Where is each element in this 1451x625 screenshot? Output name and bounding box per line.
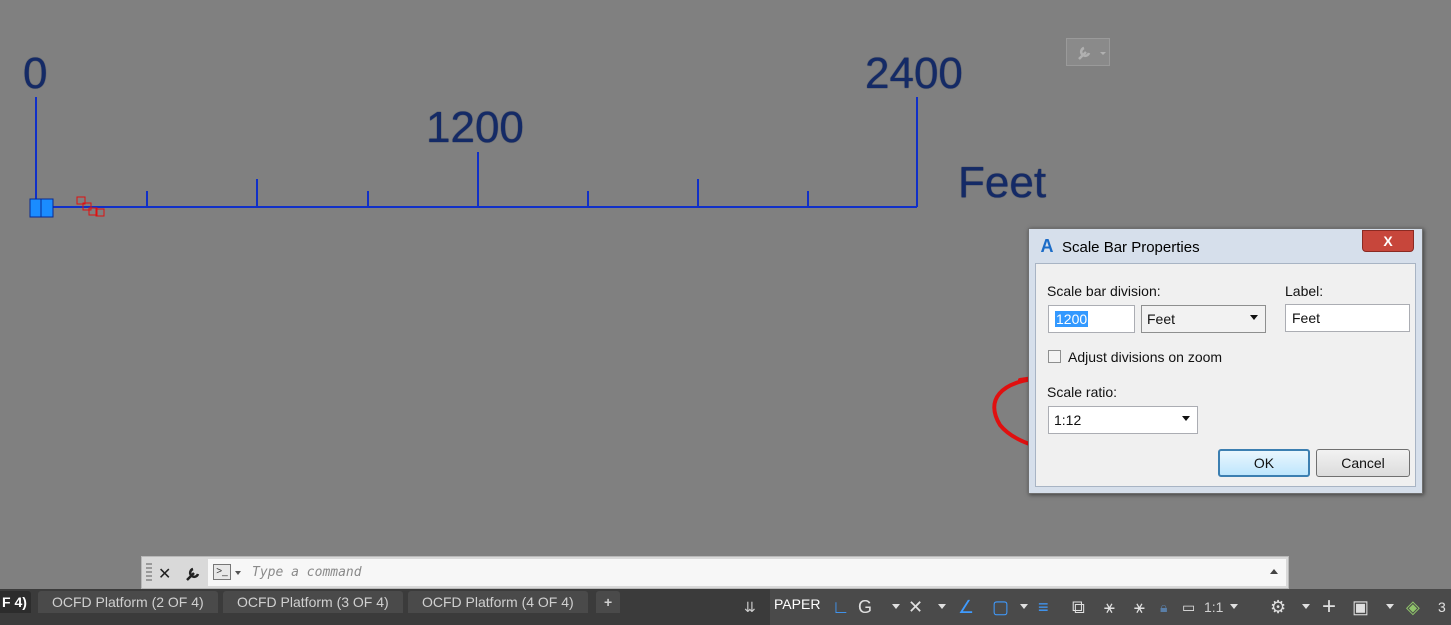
chevron-down-icon[interactable] xyxy=(1230,604,1238,609)
annotation-monitor-icon[interactable]: + xyxy=(1322,594,1336,620)
chevron-down-icon[interactable] xyxy=(1302,604,1310,609)
scale-bar-division-label: Scale bar division: xyxy=(1047,283,1161,299)
scale-ratio-value: 1:12 xyxy=(1054,412,1082,428)
polar-tracking-icon[interactable]: G xyxy=(858,594,872,620)
command-input[interactable]: >_ Type a command xyxy=(208,559,1286,586)
lineweight-icon[interactable]: ≡ xyxy=(1038,594,1049,620)
object-snap-tracking-icon[interactable]: ✕ xyxy=(908,594,923,620)
lock-icon[interactable]: 🔒︎ xyxy=(1160,594,1167,620)
selection-cycling-icon[interactable]: ⧉ xyxy=(1072,594,1085,620)
scale-bar-unit-label: Feet xyxy=(958,158,1047,207)
viewport-scale-icon[interactable]: ▭ xyxy=(1182,594,1195,620)
hardware-acceleration-icon[interactable]: ◈ xyxy=(1406,594,1420,620)
status-toolbar: PAPER ∟ G ✕ ∠ ▢ ≡ ⧉ ⚹ ⚹ 🔒︎ ▭ 1:1 ⚙ + ▣ ◈… xyxy=(770,589,1451,625)
wrench-icon[interactable] xyxy=(184,565,202,583)
scale-bar-label-2400: 2400 xyxy=(865,49,963,98)
chevron-down-icon[interactable] xyxy=(1020,604,1028,609)
dialog-body: Scale bar division: 1200 Feet Label: Fee… xyxy=(1035,263,1416,487)
label-input-value: Feet xyxy=(1292,310,1321,326)
wrench-icon xyxy=(1078,46,1106,60)
scale-bar-division-value: 1200 xyxy=(1055,311,1089,327)
chevron-down-icon[interactable] xyxy=(1386,604,1394,609)
object-snap-icon[interactable]: ▢ xyxy=(992,594,1009,620)
scale-bar-label-0: 0 xyxy=(23,49,48,98)
grip-square[interactable] xyxy=(29,198,54,218)
ortho-icon[interactable]: ∟ xyxy=(832,594,850,620)
isolate-objects-icon[interactable]: ▣ xyxy=(1352,594,1369,620)
tab-overflow-icon[interactable]: ⇊ xyxy=(744,594,756,620)
close-icon: X xyxy=(1383,233,1393,249)
cancel-button[interactable]: Cancel xyxy=(1316,449,1410,477)
autocad-app-icon: A xyxy=(1040,236,1054,256)
dialog-title: Scale Bar Properties xyxy=(1062,239,1200,256)
annotation-scale-value[interactable]: 1:1 xyxy=(1204,599,1223,615)
paper-model-toggle[interactable]: PAPER xyxy=(774,596,820,612)
command-placeholder: Type a command xyxy=(252,565,362,580)
status-trailing-text: 3 xyxy=(1438,599,1446,615)
close-button[interactable]: X xyxy=(1362,230,1414,252)
chevron-up-icon[interactable] xyxy=(1270,569,1278,574)
status-bar: F 4) OCFD Platform (2 OF 4) OCFD Platfor… xyxy=(0,589,1451,625)
layout-tab-2[interactable]: OCFD Platform (2 OF 4) xyxy=(38,591,218,613)
grip-handle[interactable] xyxy=(146,563,152,583)
adjust-divisions-label: Adjust divisions on zoom xyxy=(1068,349,1223,365)
layout-tab-3[interactable]: OCFD Platform (3 OF 4) xyxy=(223,591,403,613)
close-icon[interactable]: ✕ xyxy=(158,564,171,584)
command-line: ✕ >_ Type a command xyxy=(141,556,1289,589)
label-input[interactable]: Feet xyxy=(1285,304,1410,332)
chevron-down-icon[interactable] xyxy=(235,571,241,575)
scale-bar-label-1200: 1200 xyxy=(426,103,524,152)
chevron-down-icon xyxy=(1250,315,1258,320)
customization-wrench-button[interactable] xyxy=(1066,38,1110,66)
annotation-visibility-icon[interactable]: ⚹ xyxy=(1104,594,1115,620)
layout-tab-1[interactable]: F 4) xyxy=(0,591,31,613)
layout-tab-4[interactable]: OCFD Platform (4 OF 4) xyxy=(408,591,588,613)
unit-dropdown[interactable]: Feet xyxy=(1141,305,1266,333)
scale-ratio-dropdown[interactable]: 1:12 xyxy=(1048,406,1198,434)
chevron-down-icon xyxy=(1182,416,1190,421)
auto-scale-icon[interactable]: ⚹ xyxy=(1134,594,1145,620)
chevron-down-icon[interactable] xyxy=(938,604,946,609)
scale-ratio-label: Scale ratio: xyxy=(1047,384,1118,400)
add-layout-tab-button[interactable]: + xyxy=(596,591,621,613)
scale-bar-division-input[interactable]: 1200 xyxy=(1048,305,1135,333)
ok-button[interactable]: OK xyxy=(1218,449,1310,477)
chevron-down-icon[interactable] xyxy=(892,604,900,609)
adjust-divisions-checkbox[interactable] xyxy=(1048,350,1061,363)
label-label: Label: xyxy=(1285,283,1324,299)
unit-dropdown-value: Feet xyxy=(1147,311,1176,327)
command-prompt-icon[interactable]: >_ xyxy=(213,564,231,580)
workspace-gear-icon[interactable]: ⚙ xyxy=(1270,594,1286,620)
scale-bar-properties-dialog: A Scale Bar Properties X Scale bar divis… xyxy=(1028,228,1423,494)
isodraft-icon[interactable]: ∠ xyxy=(958,594,974,620)
